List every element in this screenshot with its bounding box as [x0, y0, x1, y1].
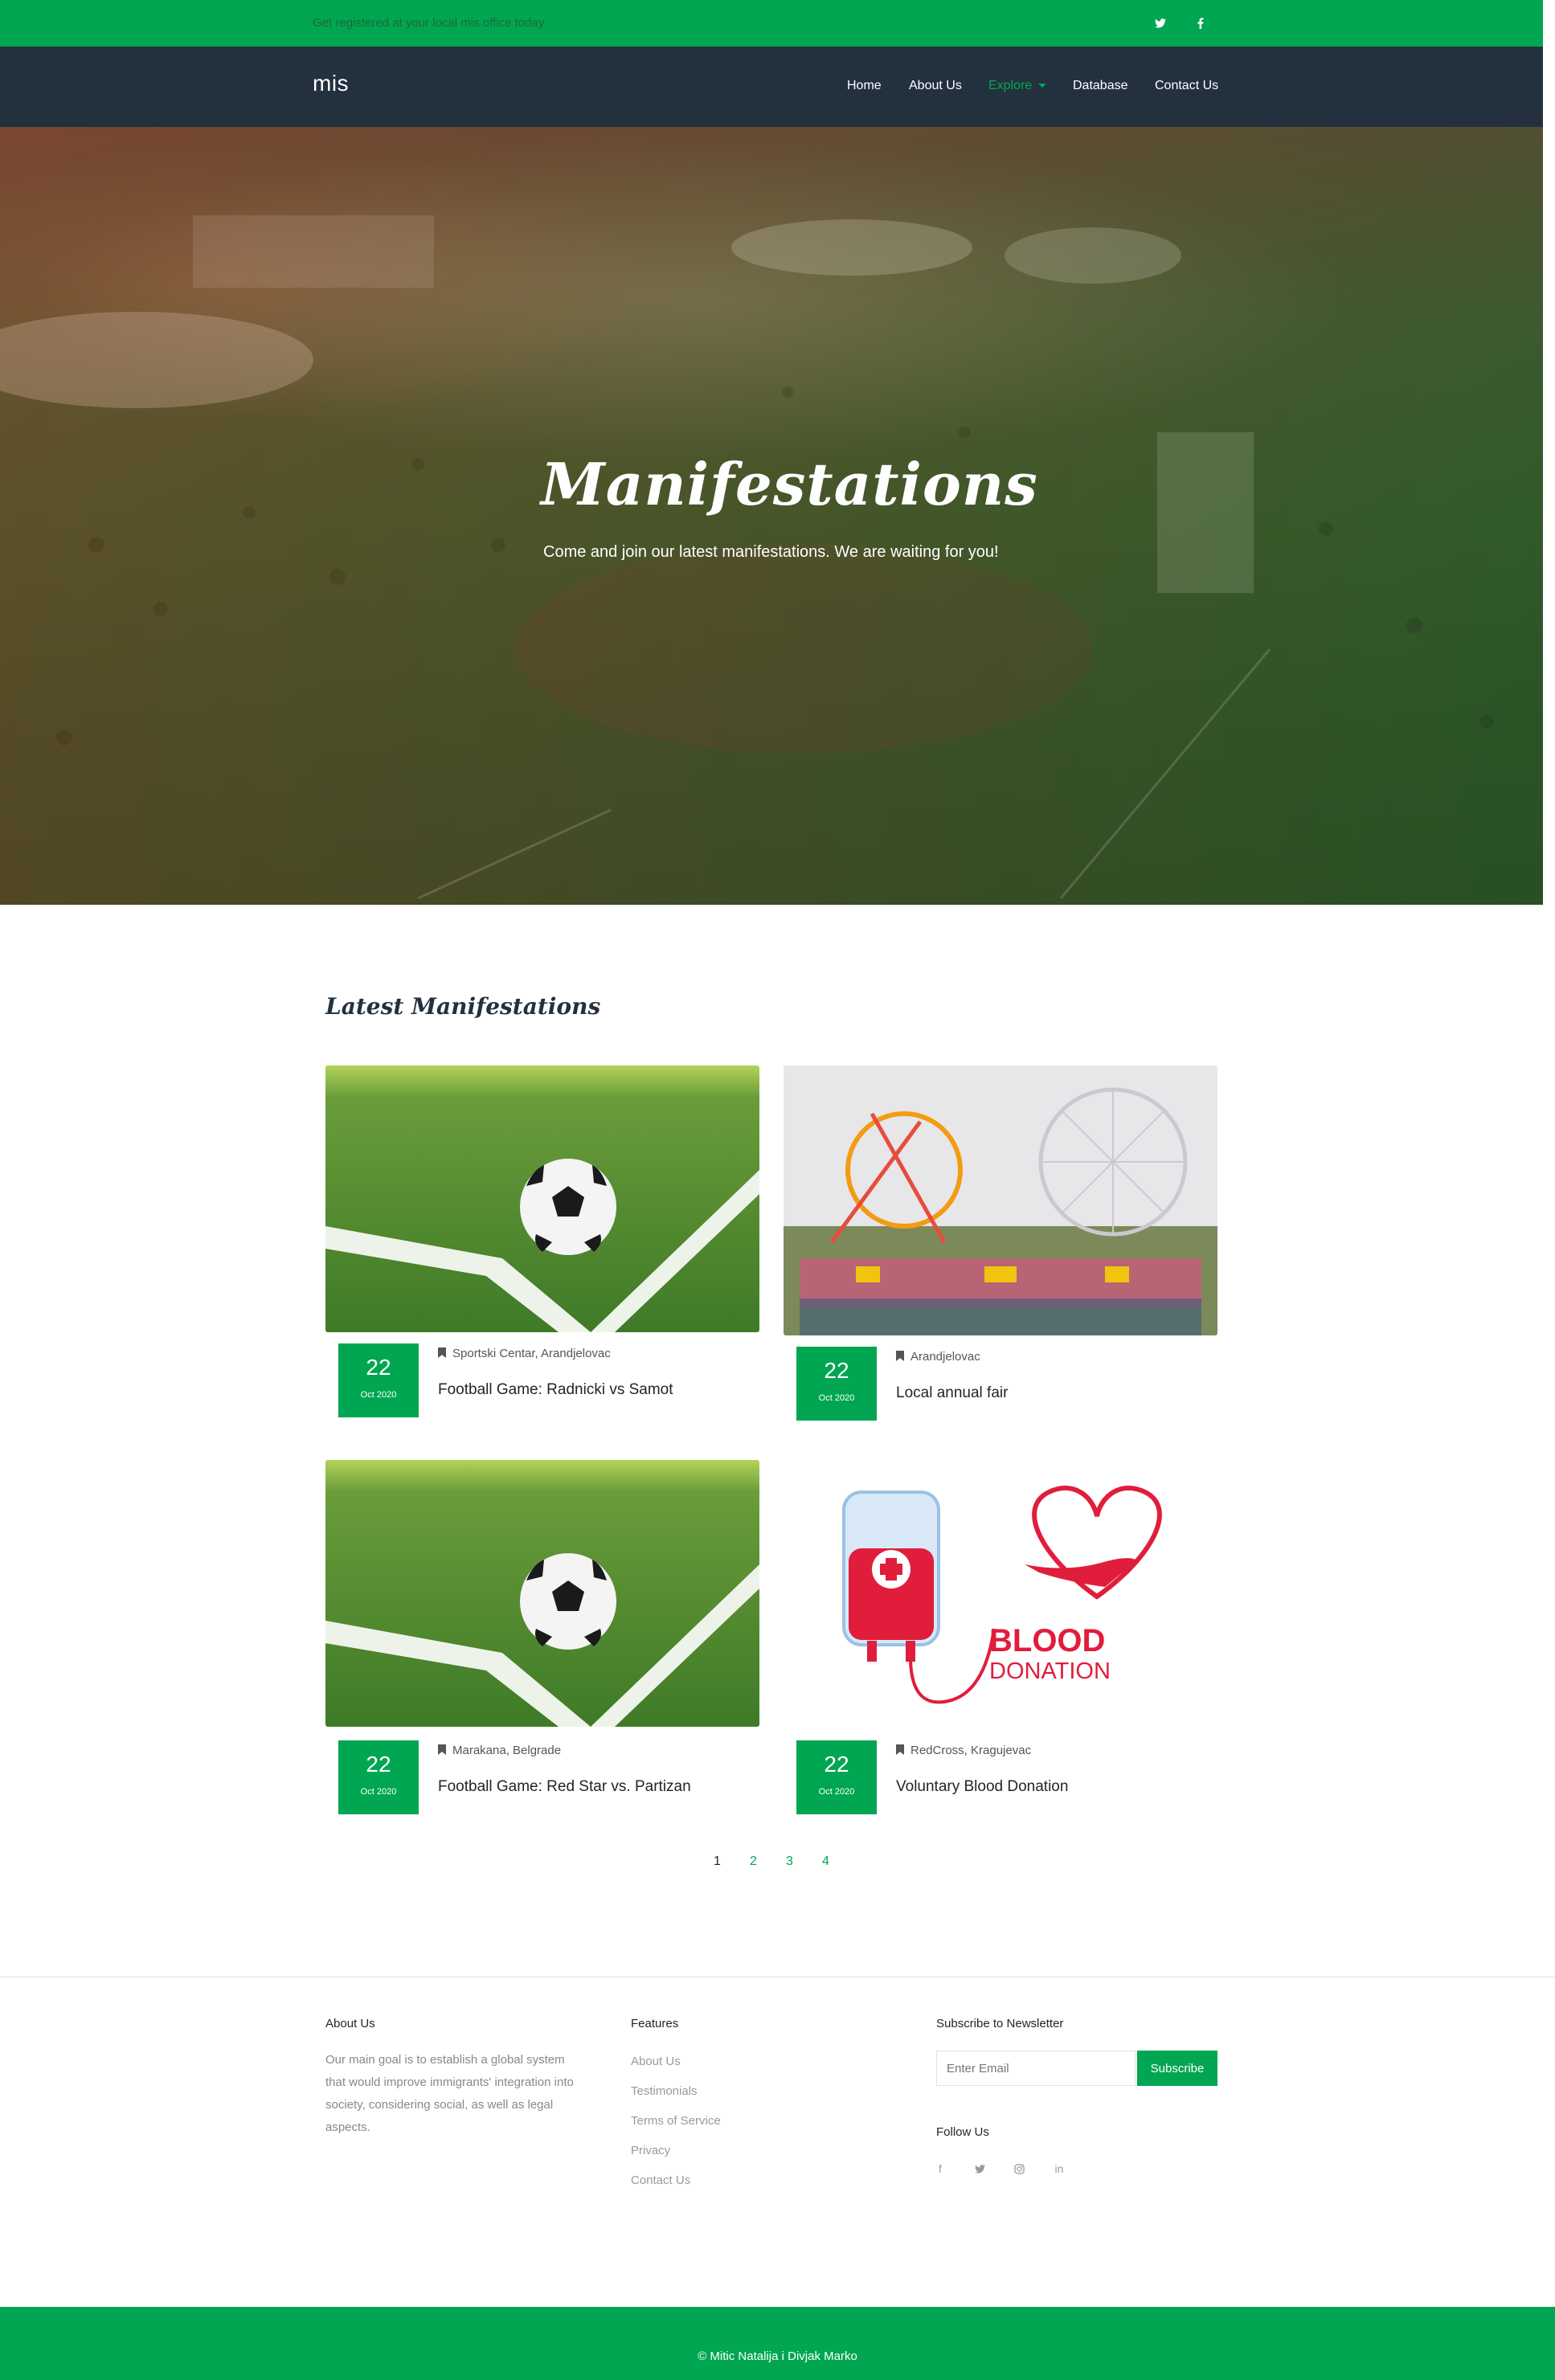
- date-badge: 22 Oct 2020: [796, 1740, 877, 1814]
- date-day: 22: [824, 1358, 849, 1383]
- event-location-text: RedCross, Kragujevac: [910, 1744, 1032, 1757]
- event-location-text: Sportski Centar, Arandjelovac: [452, 1347, 611, 1360]
- event-location-text: Arandjelovac: [910, 1350, 980, 1364]
- nav-explore-label: Explore: [988, 79, 1033, 92]
- section-title: Latest Manifestations: [325, 993, 601, 1020]
- date-month: Oct 2020: [360, 1390, 397, 1400]
- page-2-link[interactable]: 2: [750, 1855, 757, 1869]
- footer-link-contact-us[interactable]: Contact Us: [631, 2173, 690, 2187]
- date-day: 22: [366, 1752, 391, 1777]
- facebook-icon[interactable]: [1191, 14, 1210, 33]
- facebook-icon[interactable]: f: [930, 2160, 951, 2178]
- date-badge: 22 Oct 2020: [796, 1347, 877, 1421]
- page-4-link[interactable]: 4: [822, 1855, 829, 1869]
- footer-bottom-bar: [0, 2307, 1555, 2380]
- footer-link-about-us[interactable]: About Us: [631, 2055, 681, 2068]
- footer-features-heading: Features: [631, 2017, 679, 2030]
- event-card[interactable]: BLOOD DONATION 22 Oct 2020 RedCross, Kra…: [784, 1460, 1217, 1814]
- soccer-ball-image[interactable]: [325, 1065, 759, 1332]
- event-title[interactable]: Local annual fair: [896, 1384, 1008, 1402]
- event-location: Arandjelovac: [896, 1350, 980, 1364]
- date-day: 22: [824, 1752, 849, 1777]
- event-title[interactable]: Football Game: Red Star vs. Partizan: [438, 1778, 691, 1796]
- date-month: Oct 2020: [360, 1787, 397, 1797]
- footer-about-heading: About Us: [325, 2017, 375, 2030]
- bookmark-icon: [438, 1347, 446, 1358]
- instagram-icon[interactable]: [1009, 2160, 1029, 2178]
- blood-text: BLOOD: [989, 1623, 1105, 1658]
- brand-logo[interactable]: mis: [313, 71, 349, 96]
- donation-text: DONATION: [989, 1658, 1111, 1684]
- event-location: Sportski Centar, Arandjelovac: [438, 1347, 611, 1360]
- date-month: Oct 2020: [818, 1393, 855, 1403]
- bookmark-icon: [896, 1351, 904, 1361]
- event-card[interactable]: 22 Oct 2020 Sportski Centar, Arandjelova…: [325, 1065, 759, 1419]
- copyright-text: © Mitic Natalija i Divjak Marko: [698, 2349, 857, 2363]
- subscribe-button[interactable]: Subscribe: [1137, 2051, 1217, 2086]
- nav-explore[interactable]: Explore: [988, 79, 1047, 93]
- newsletter-email-input[interactable]: [936, 2051, 1136, 2086]
- event-title[interactable]: Football Game: Radnicki vs Samot: [438, 1381, 673, 1399]
- footer-about-text: Our main goal is to establish a global s…: [325, 2053, 574, 2134]
- footer-link-terms[interactable]: Terms of Service: [631, 2114, 721, 2128]
- topbar-text: Get registered at your local mis office …: [313, 16, 545, 30]
- event-location: RedCross, Kragujevac: [896, 1744, 1031, 1757]
- nav-contact-us[interactable]: Contact Us: [1155, 79, 1218, 93]
- footer-newsletter-heading: Subscribe to Newsletter: [936, 2017, 1064, 2030]
- top-bar: Get registered at your local mis office …: [0, 0, 1543, 47]
- twitter-icon[interactable]: [1151, 14, 1170, 33]
- hero-title: Manifestations: [541, 450, 1038, 518]
- twitter-icon[interactable]: [969, 2160, 990, 2178]
- linkedin-icon[interactable]: in: [1049, 2160, 1070, 2178]
- event-card[interactable]: 22 Oct 2020 Marakana, Belgrade Football …: [325, 1460, 759, 1814]
- event-card[interactable]: 22 Oct 2020 Arandjelovac Local annual fa…: [784, 1065, 1217, 1421]
- bookmark-icon: [438, 1744, 446, 1755]
- hero-subtitle: Come and join our latest manifestations.…: [543, 543, 999, 561]
- chevron-down-icon: [1038, 84, 1047, 88]
- page-3-link[interactable]: 3: [786, 1855, 793, 1869]
- soccer-ball-image[interactable]: [325, 1460, 759, 1727]
- event-location-text: Marakana, Belgrade: [452, 1744, 562, 1757]
- bookmark-icon: [896, 1744, 904, 1755]
- event-location: Marakana, Belgrade: [438, 1744, 561, 1757]
- footer-follow-heading: Follow Us: [936, 2125, 989, 2139]
- date-badge: 22 Oct 2020: [338, 1740, 419, 1814]
- date-badge: 22 Oct 2020: [338, 1343, 419, 1417]
- event-title[interactable]: Voluntary Blood Donation: [896, 1778, 1068, 1796]
- page-1-link[interactable]: 1: [714, 1855, 721, 1869]
- footer-link-testimonials[interactable]: Testimonials: [631, 2084, 698, 2098]
- main-navbar: mis Home About Us Explore Database Conta…: [0, 47, 1543, 127]
- date-month: Oct 2020: [818, 1787, 855, 1797]
- footer-link-privacy[interactable]: Privacy: [631, 2144, 670, 2157]
- blood-donation-image[interactable]: BLOOD DONATION: [784, 1460, 1217, 1727]
- hero-banner: Manifestations Come and join our latest …: [0, 127, 1543, 905]
- date-day: 22: [366, 1355, 391, 1380]
- nav-about-us[interactable]: About Us: [909, 79, 962, 93]
- ferris-wheel-fair-image[interactable]: [784, 1065, 1217, 1335]
- nav-home[interactable]: Home: [847, 79, 882, 93]
- nav-database[interactable]: Database: [1073, 79, 1128, 93]
